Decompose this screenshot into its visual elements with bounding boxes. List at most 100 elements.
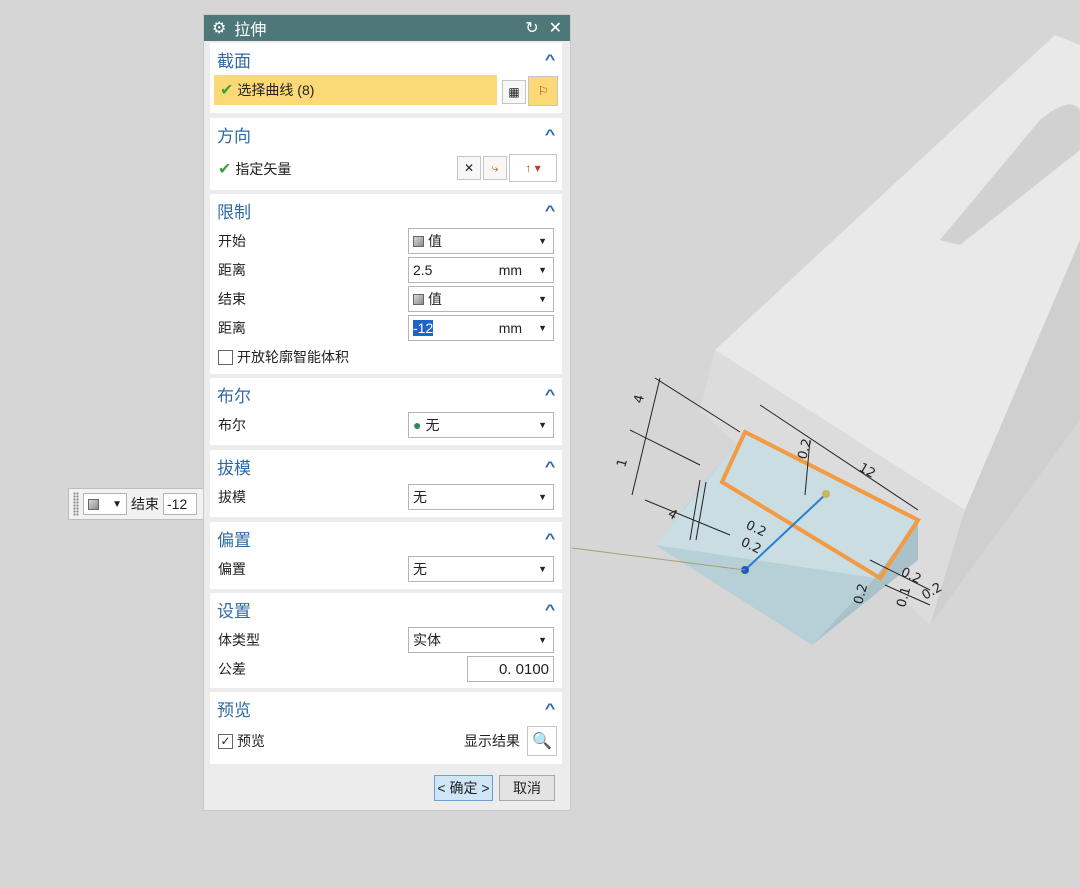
distance1-label: 距离 bbox=[218, 262, 246, 278]
boolean-panel: 布尔 ^ 布尔 ● 无 ▼ bbox=[210, 378, 562, 445]
direction-header[interactable]: 方向 ^ bbox=[210, 118, 562, 150]
settings-header[interactable]: 设置 ^ bbox=[210, 593, 562, 625]
offset-row: 偏置 无 ▼ bbox=[218, 556, 554, 582]
distance2-input[interactable]: -12 mm ▼ bbox=[408, 315, 554, 341]
preview-checkbox[interactable]: ✓ bbox=[218, 733, 233, 749]
reverse-direction-icon[interactable]: ✕ bbox=[457, 156, 481, 180]
show-result-label: 显示结果 bbox=[464, 733, 520, 749]
tolerance-row: 公差 0. 0100 bbox=[218, 656, 554, 682]
select-curve-row[interactable]: ✔ 选择曲线 (8) bbox=[214, 75, 497, 105]
gear-icon[interactable]: ⚙ bbox=[212, 18, 226, 38]
extrude-dialog: ⚙ 拉伸 ↻ ✕ 截面 ^ ✔ 选择曲线 (8) ▦ ⚐ 方向 ^ ✔ 指定矢量… bbox=[203, 14, 571, 811]
collapse-icon[interactable]: ^ bbox=[545, 700, 556, 716]
settings-title: 设置 bbox=[217, 601, 251, 621]
limits-panel: 限制 ^ 开始 值 ▼ 距离 2.5 mm ▼ 结束 值 ▼ 距离 -12 mm… bbox=[210, 194, 562, 374]
vector-type-dropdown[interactable]: ↑ ▾ bbox=[509, 154, 557, 182]
boolean-dropdown[interactable]: ● 无 ▼ bbox=[408, 412, 554, 438]
distance2-label: 距离 bbox=[218, 320, 246, 336]
collapse-icon[interactable]: ^ bbox=[545, 530, 556, 546]
body-type-dropdown[interactable]: 实体 ▼ bbox=[408, 627, 554, 653]
collapse-icon[interactable]: ^ bbox=[545, 51, 556, 67]
boolean-title: 布尔 bbox=[217, 386, 251, 406]
preview-row: ✓ 预览 显示结果 bbox=[218, 728, 554, 754]
body-type-value: 实体 bbox=[413, 632, 441, 648]
check-icon: ✔ bbox=[220, 82, 234, 99]
distance2-row: 距离 -12 mm ▼ bbox=[218, 315, 554, 341]
end-distance-input[interactable]: -12 bbox=[163, 493, 197, 515]
start-row: 开始 值 ▼ bbox=[218, 228, 554, 254]
end-row: 结束 值 ▼ bbox=[218, 286, 554, 312]
boolean-label: 布尔 bbox=[218, 417, 246, 433]
open-profile-checkbox[interactable] bbox=[218, 349, 233, 365]
chevron-down-icon: ▼ bbox=[538, 492, 547, 502]
settings-panel: 设置 ^ 体类型 实体 ▼ 公差 0. 0100 bbox=[210, 593, 562, 688]
chevron-down-icon: ▼ bbox=[538, 294, 547, 304]
offset-dropdown[interactable]: 无 ▼ bbox=[408, 556, 554, 582]
distance1-input[interactable]: 2.5 mm ▼ bbox=[408, 257, 554, 283]
cube-icon bbox=[413, 235, 424, 247]
draft-panel: 拔模 ^ 拔模 无 ▼ bbox=[210, 450, 562, 517]
chevron-down-icon: ▼ bbox=[538, 564, 547, 574]
open-profile-row[interactable]: 开放轮廓智能体积 bbox=[218, 344, 554, 370]
dim-label: 1 bbox=[614, 457, 631, 469]
cube-icon bbox=[413, 293, 424, 305]
magnifier-icon[interactable]: 🔍 bbox=[527, 726, 557, 756]
sketch-section-icon[interactable]: ▦ bbox=[502, 80, 526, 104]
chevron-down-icon: ▼ bbox=[538, 323, 547, 333]
draft-dropdown[interactable]: 无 ▼ bbox=[408, 484, 554, 510]
offset-header[interactable]: 偏置 ^ bbox=[210, 522, 562, 554]
tolerance-input[interactable]: 0. 0100 bbox=[467, 656, 554, 682]
end-type-dropdown[interactable]: 值 ▼ bbox=[408, 286, 554, 312]
chevron-down-icon: ▼ bbox=[112, 498, 122, 510]
tolerance-label: 公差 bbox=[218, 661, 246, 677]
offset-label: 偏置 bbox=[218, 561, 246, 577]
offset-title: 偏置 bbox=[217, 530, 251, 550]
dialog-title: 拉伸 bbox=[234, 22, 267, 39]
preview-panel: 预览 ^ ✓ 预览 显示结果 🔍 bbox=[210, 692, 562, 764]
end-label: 结束 bbox=[218, 291, 246, 307]
tolerance-value: 0. 0100 bbox=[498, 660, 549, 678]
floating-input-toolbar: ▼ 结束 -12 bbox=[68, 488, 204, 520]
collapse-icon[interactable]: ^ bbox=[545, 458, 556, 474]
start-label: 开始 bbox=[218, 233, 246, 249]
section-title: 截面 bbox=[217, 51, 251, 71]
limits-header[interactable]: 限制 ^ bbox=[210, 194, 562, 226]
collapse-icon[interactable]: ^ bbox=[545, 202, 556, 218]
direction-title: 方向 bbox=[217, 126, 251, 146]
offset-panel: 偏置 ^ 偏置 无 ▼ bbox=[210, 522, 562, 589]
distance1-row: 距离 2.5 mm ▼ bbox=[218, 257, 554, 283]
boolean-none-icon: ● bbox=[413, 417, 422, 433]
end-type-value: 值 bbox=[428, 291, 442, 307]
vector-end-handle[interactable] bbox=[822, 490, 830, 498]
draft-header[interactable]: 拔模 ^ bbox=[210, 450, 562, 482]
start-type-dropdown[interactable]: 值 ▼ bbox=[408, 228, 554, 254]
vector-label: 指定矢量 bbox=[235, 161, 292, 177]
close-icon[interactable]: ✕ bbox=[549, 18, 562, 38]
dim-label: 4 bbox=[631, 393, 648, 405]
select-curve-label: 选择曲线 (8) bbox=[237, 82, 315, 98]
boolean-header[interactable]: 布尔 ^ bbox=[210, 378, 562, 410]
start-type-value: 值 bbox=[428, 233, 442, 249]
cancel-button[interactable]: 取消 bbox=[499, 775, 555, 801]
drag-grip-icon[interactable] bbox=[73, 492, 79, 516]
distance1-value: 2.5 bbox=[413, 262, 433, 278]
preview-header[interactable]: 预览 ^ bbox=[210, 692, 562, 724]
ok-button[interactable]: < 确定 > bbox=[434, 775, 493, 801]
chevron-down-icon: ▼ bbox=[538, 635, 547, 645]
dialog-title-bar[interactable]: ⚙ 拉伸 ↻ ✕ bbox=[204, 15, 570, 41]
section-header[interactable]: 截面 ^ bbox=[210, 43, 562, 75]
distance2-value: -12 bbox=[413, 320, 434, 336]
collapse-icon[interactable]: ^ bbox=[545, 601, 556, 617]
collapse-icon[interactable]: ^ bbox=[545, 386, 556, 402]
distance2-unit: mm bbox=[498, 320, 523, 336]
reset-icon[interactable]: ↻ bbox=[525, 18, 538, 38]
body-type-label: 体类型 bbox=[218, 632, 260, 648]
vector-dialog-icon[interactable]: ⤷ bbox=[483, 156, 507, 180]
curve-select-icon[interactable]: ⚐ bbox=[528, 76, 558, 106]
end-label: 结束 bbox=[131, 496, 159, 512]
draft-title: 拔模 bbox=[217, 458, 251, 478]
boolean-value: 无 bbox=[425, 417, 440, 433]
draft-row: 拔模 无 ▼ bbox=[218, 484, 554, 510]
end-type-dropdown[interactable]: ▼ bbox=[83, 493, 127, 515]
collapse-icon[interactable]: ^ bbox=[545, 126, 556, 142]
